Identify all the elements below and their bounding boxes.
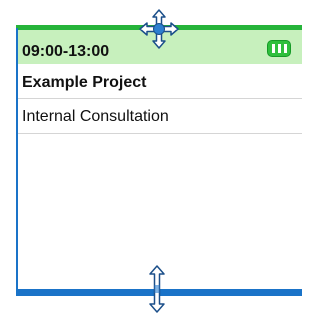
- calendar-appointment-card[interactable]: 09:00-13:00 Example Project Internal Con…: [16, 25, 302, 296]
- status-tag-icon[interactable]: [267, 40, 291, 57]
- project-row[interactable]: Example Project: [18, 64, 302, 99]
- vertical-resize-cursor-icon: [149, 265, 165, 313]
- project-name: Example Project: [22, 74, 147, 91]
- activity-row[interactable]: Internal Consultation: [18, 99, 302, 134]
- activity-name: Internal Consultation: [22, 108, 169, 125]
- move-cursor-icon: [139, 9, 179, 49]
- appointment-time: 09:00-13:00: [22, 43, 110, 60]
